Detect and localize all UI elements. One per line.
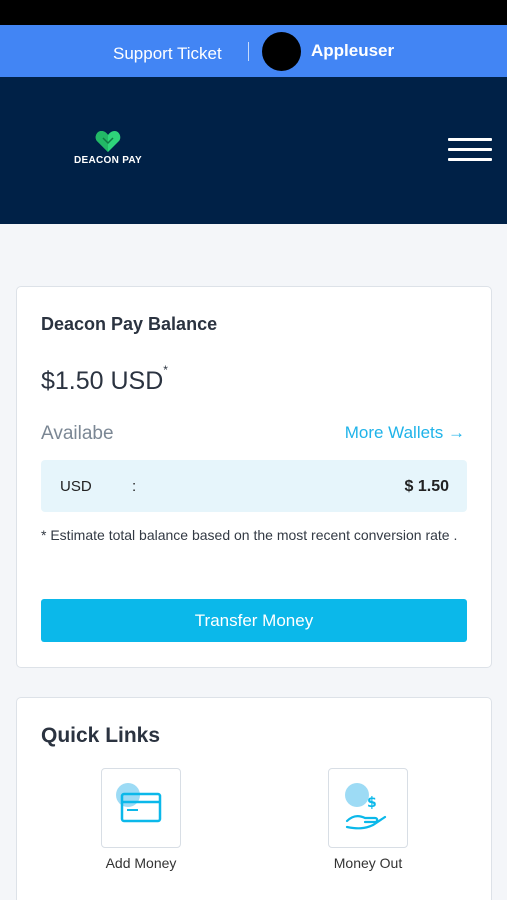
balance-card-title: Deacon Pay Balance: [41, 314, 218, 334]
money-out-tile[interactable]: $: [328, 768, 408, 848]
add-money-label: Add Money: [105, 855, 177, 871]
user-avatar[interactable]: [262, 32, 301, 71]
balance-amount: $1.50 USD*: [41, 363, 168, 396]
deacon-pay-logo[interactable]: DEACON PAY: [72, 129, 144, 169]
top-strip: Support Ticket Appleuser: [0, 25, 507, 77]
logo-heart-icon: [95, 131, 121, 152]
balance-amount-value: $1.50 USD: [41, 367, 164, 395]
username-label[interactable]: Appleuser: [311, 41, 394, 61]
more-wallets-link[interactable]: More Wallets →: [345, 423, 465, 443]
quick-links-card: Quick Links Add Money $ Money Out: [16, 697, 492, 900]
balance-amount-marker: *: [163, 362, 168, 377]
estimate-note: * Estimate total balance based on the mo…: [41, 527, 458, 543]
money-out-link[interactable]: $ Money Out: [313, 768, 423, 871]
menu-hamburger-icon[interactable]: [448, 135, 494, 165]
money-out-label: Money Out: [333, 855, 403, 871]
available-label: Availabe: [41, 423, 114, 444]
header-divider: [248, 42, 249, 61]
quick-links-title: Quick Links: [41, 724, 161, 747]
svg-text:$: $: [367, 795, 377, 811]
card-icon: [116, 783, 162, 823]
currency-value: $ 1.50: [404, 478, 449, 495]
currency-separator: :: [132, 478, 137, 495]
currency-code: USD: [60, 478, 92, 495]
status-bar: [0, 0, 507, 25]
currency-balance-row: USD : $ 1.50: [41, 460, 467, 512]
hand-dollar-icon: $: [345, 783, 387, 830]
balance-card: Deacon Pay Balance $1.50 USD* Availabe M…: [16, 286, 492, 668]
add-money-link[interactable]: Add Money: [86, 768, 196, 871]
support-ticket-link[interactable]: Support Ticket: [113, 44, 222, 64]
main-navbar: DEACON PAY: [0, 77, 507, 224]
transfer-money-button[interactable]: Transfer Money: [41, 599, 467, 642]
add-money-tile[interactable]: [101, 768, 181, 848]
logo-text: DEACON PAY: [73, 155, 142, 166]
